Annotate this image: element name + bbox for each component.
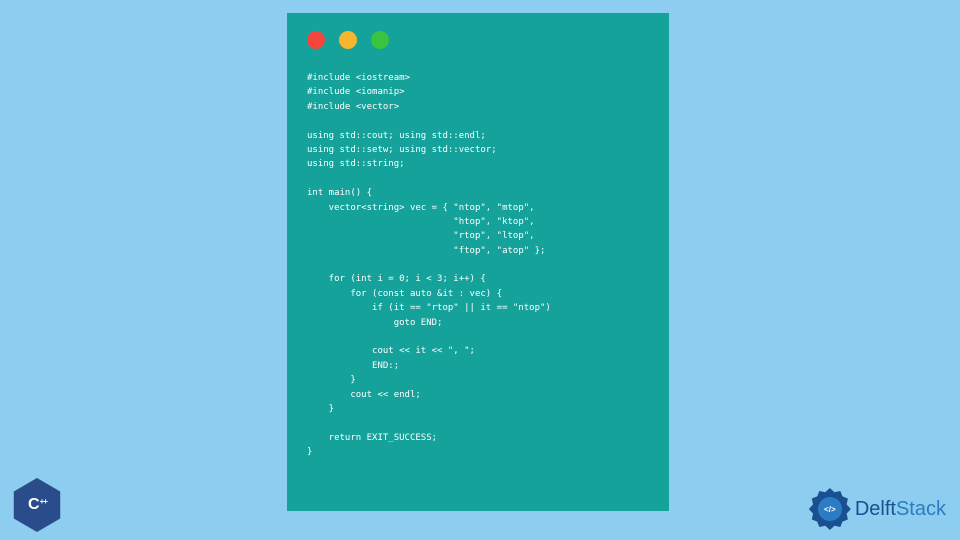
- code-line: using std::string;: [307, 159, 405, 169]
- delftstack-name-second: Stack: [896, 498, 946, 520]
- code-line: using std::cout; using std::endl;: [307, 131, 486, 141]
- cpp-hexagon: C++: [10, 478, 64, 532]
- delftstack-name-first: Delft: [855, 498, 896, 520]
- close-icon: [307, 31, 325, 49]
- code-line: "ftop", "atop" };: [307, 246, 545, 256]
- code-line: #include <iomanip>: [307, 87, 405, 97]
- maximize-icon: [371, 31, 389, 49]
- cpp-letter: C++: [28, 496, 46, 514]
- code-line: cout << it << ", ";: [307, 346, 475, 356]
- code-line: for (const auto &it : vec) {: [307, 289, 502, 299]
- code-line: #include <iostream>: [307, 73, 410, 83]
- code-line: }: [307, 447, 312, 457]
- code-block: #include <iostream> #include <iomanip> #…: [307, 71, 649, 460]
- code-line: }: [307, 404, 334, 414]
- code-line: #include <vector>: [307, 102, 399, 112]
- code-line: using std::setw; using std::vector;: [307, 145, 497, 155]
- delftstack-badge-inner: </>: [818, 497, 842, 521]
- minimize-icon: [339, 31, 357, 49]
- code-line: vector<string> vec = { "ntop", "mtop",: [307, 203, 535, 213]
- code-line: if (it == "rtop" || it == "ntop"): [307, 303, 551, 313]
- code-window: #include <iostream> #include <iomanip> #…: [287, 13, 669, 511]
- code-line: goto END;: [307, 318, 442, 328]
- cpp-logo-icon: C++: [10, 478, 64, 532]
- code-line: }: [307, 375, 356, 385]
- delftstack-text: DelftStack: [855, 498, 946, 521]
- traffic-lights: [307, 31, 649, 49]
- code-line: END:;: [307, 361, 399, 371]
- cpp-letter-c: C: [28, 496, 39, 513]
- code-line: for (int i = 0; i < 3; i++) {: [307, 274, 486, 284]
- delftstack-badge-icon: </>: [809, 488, 851, 530]
- code-line: int main() {: [307, 188, 372, 198]
- cpp-plus-plus: ++: [40, 497, 47, 506]
- delftstack-badge-outer: </>: [809, 488, 851, 530]
- code-line: cout << endl;: [307, 390, 421, 400]
- code-line: "rtop", "ltop",: [307, 231, 535, 241]
- delftstack-logo: </> DelftStack: [809, 488, 946, 530]
- code-line: "htop", "ktop",: [307, 217, 535, 227]
- code-line: return EXIT_SUCCESS;: [307, 433, 437, 443]
